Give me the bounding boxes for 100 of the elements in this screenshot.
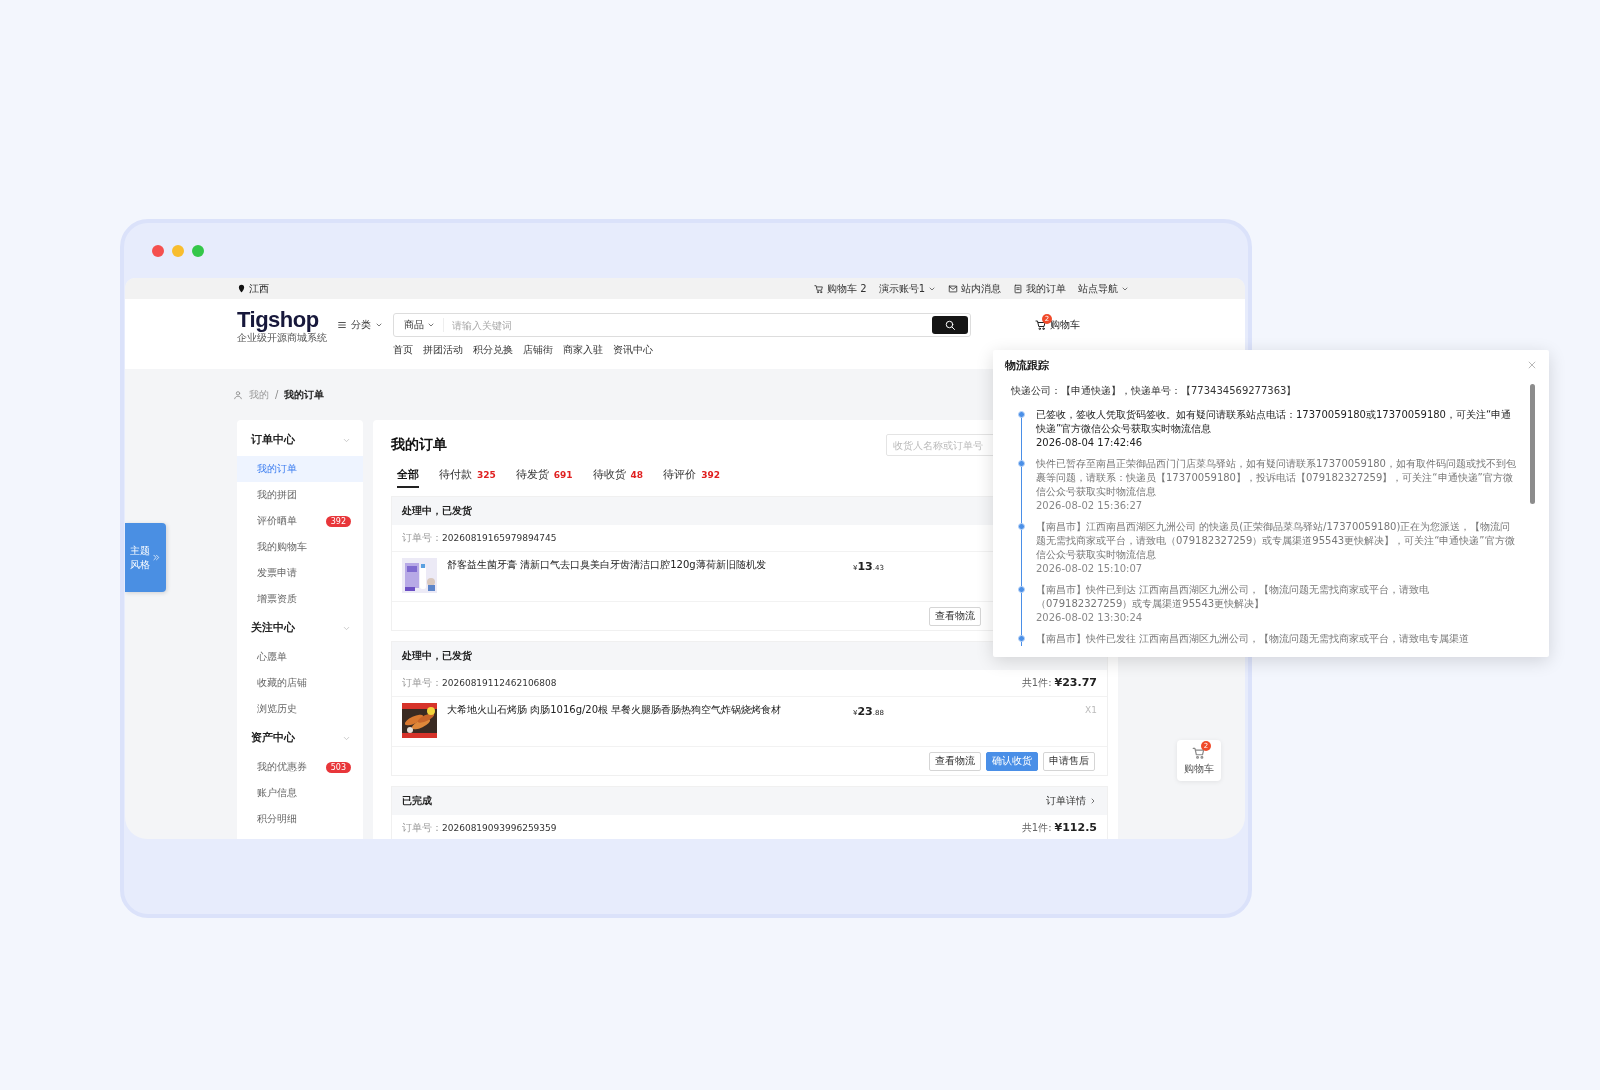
sidebar-item[interactable]: 收藏的店铺 <box>237 670 363 696</box>
order-status: 处理中，已发货 <box>402 504 472 518</box>
sidebar-group-title: 关注中心 <box>251 621 295 635</box>
tracking-event-text: 【南昌市】快件已到达 江西南昌西湖区九洲公司，【物流问题无需找商家或平台，请致电（079182327259）或专属渠道95543更快解决】 <box>1036 583 1431 611</box>
location-pin-icon <box>237 284 246 293</box>
cart-icon <box>1192 745 1206 760</box>
timeline-dot <box>1018 411 1025 418</box>
sidebar-group-header[interactable]: 关注中心 <box>237 612 363 644</box>
sidebar-item[interactable]: 我的购物车 <box>237 534 363 560</box>
window-button[interactable] <box>152 244 164 257</box>
order-total: ¥112.5 <box>1054 821 1097 834</box>
sidebar-item[interactable]: 我的拼团 <box>237 482 363 508</box>
sidebar-item[interactable]: 心愿单 <box>237 644 363 670</box>
order-tab[interactable]: 待评价 392 <box>663 468 720 488</box>
sidebar-item[interactable]: 账户信息 <box>237 780 363 806</box>
mail-icon <box>948 283 958 294</box>
order-number: 20260819165979894745 <box>442 533 557 543</box>
order-tab[interactable]: 全部 <box>397 468 419 488</box>
order-number-label: 订单号： <box>402 822 442 833</box>
sidebar-item[interactable]: 我的优惠券 503 <box>237 754 363 780</box>
tracking-event-time: 2026-08-02 13:30:24 <box>1036 611 1144 625</box>
count-badge: 392 <box>325 515 351 527</box>
close-button[interactable] <box>1527 360 1537 370</box>
nav-link[interactable]: 资讯中心 <box>613 343 653 357</box>
product-name[interactable]: 大希地火山石烤肠 肉肠1016g/20根 早餐火腿肠香肠热狗空气炸锅烧烤食材 <box>447 703 843 717</box>
courier-info: 快递公司：【申通快递】，快递单号：【773434569277363】 <box>1011 384 1298 398</box>
cart-icon <box>1035 319 1047 331</box>
product-quantity: X1 <box>1085 704 1097 717</box>
nav-link[interactable]: 店铺街 <box>523 343 553 357</box>
order-number: 20260819112462106808 <box>442 678 557 688</box>
action-button[interactable]: 查看物流 <box>929 751 981 771</box>
order-number-label: 订单号： <box>402 532 442 543</box>
top-link[interactable]: 站点导航 <box>1078 281 1129 296</box>
sidebar-group-header[interactable]: 资产中心 <box>237 722 363 754</box>
breadcrumb-link[interactable]: 我的订单 <box>284 387 325 402</box>
nav-link[interactable]: 首页 <box>393 343 413 357</box>
tracking-event-text: 已签收，签收人凭取货码签收。如有疑问请联系站点电话：17370059180或17370059180，可关注“申通快递”官方微信公众号获取实时物流信息 <box>1036 408 1513 436</box>
action-button[interactable]: 查看物流 <box>929 606 981 626</box>
product-name[interactable]: 舒客益生菌牙膏 清新口气去口臭美白牙齿清洁口腔120g薄荷新旧随机发 <box>447 558 843 572</box>
order-detail-link[interactable]: 订单详情 <box>1046 794 1097 808</box>
search-button[interactable] <box>932 316 968 334</box>
sidebar-group-title: 资产中心 <box>251 731 295 745</box>
sidebar-item[interactable]: 发票申请 <box>237 560 363 586</box>
sidebar-item[interactable]: 评价晒单 392 <box>237 508 363 534</box>
sidebar-group-title: 订单中心 <box>251 433 295 447</box>
nav-link[interactable]: 积分兑换 <box>473 343 513 357</box>
chevron-down-icon <box>427 321 435 329</box>
chevron-down-icon <box>375 321 383 329</box>
logo[interactable]: Tigshop <box>237 307 319 332</box>
tracking-event-time: 2026-08-02 15:36:27 <box>1036 499 1144 513</box>
top-link[interactable]: 购物车 2 <box>814 281 867 296</box>
sidebar-item[interactable]: 我的订单 <box>237 456 363 482</box>
sidebar-item[interactable]: 浏览历史 <box>237 696 363 722</box>
sidebar-group-header[interactable]: 订单中心 <box>237 424 363 456</box>
order-number-label: 订单号： <box>402 677 442 688</box>
order-number: 20260819093996259359 <box>442 823 557 833</box>
user-icon <box>233 389 243 400</box>
order-status: 已完成 <box>402 794 432 808</box>
tracking-event-text: 【南昌市】江西南昌西湖区九洲公司 的快递员(正荣御品菜鸟驿站/17370059180)正在为您派送，【物流问题无需找商家或平台，请致电（079182327259）或专属渠道95543更快解决】，可关注“申通快递”官方微信公众号获取实时物流信息 <box>1036 520 1516 562</box>
cart-icon <box>814 283 825 294</box>
document-icon <box>1013 283 1023 294</box>
top-link[interactable]: 我的订单 <box>1013 281 1066 296</box>
order-tab[interactable]: 待付款 325 <box>439 468 496 488</box>
breadcrumb-separator: / <box>275 389 279 400</box>
close-icon <box>1527 360 1537 370</box>
action-button[interactable]: 申请售后 <box>1043 751 1095 771</box>
top-link[interactable]: 演示账号1 <box>878 281 936 296</box>
timeline-dot <box>1018 460 1025 467</box>
sidebar-item[interactable]: 增票资质 <box>237 586 363 612</box>
search-icon <box>944 319 956 331</box>
logo-tagline: 企业级开源商城系统 <box>237 331 327 343</box>
chevron-right-icon <box>1089 797 1097 805</box>
tracking-event-text: 【南昌市】快件已发往 江西南昌西湖区九洲公司，【物流问题无需找商家或平台，请致电专属渠道 <box>1036 632 1471 646</box>
order-tab[interactable]: 待收货 48 <box>592 468 644 488</box>
top-link[interactable]: 站内消息 <box>948 281 1001 296</box>
timeline-dot <box>1018 635 1025 642</box>
page-title: 我的订单 <box>391 436 447 454</box>
timeline-dot <box>1018 586 1025 593</box>
sidebar-item[interactable]: 积分明细 <box>237 806 363 832</box>
menu-icon <box>337 320 347 330</box>
nav-link[interactable]: 拼团活动 <box>423 343 463 357</box>
dialog-title: 物流跟踪 <box>1005 357 1049 373</box>
order-total: ¥23.77 <box>1054 676 1097 689</box>
search-field[interactable]: 商品 请输入关键词 <box>393 313 971 337</box>
tracking-event-time: 2026-08-02 15:10:07 <box>1036 562 1144 576</box>
order-tab[interactable]: 待发货 691 <box>515 468 573 488</box>
order-total-label: 共1件: <box>1021 677 1052 688</box>
search-scope-select[interactable]: 商品 <box>396 318 444 332</box>
location-text[interactable]: 江西 <box>249 281 269 296</box>
tracking-event-text: 快件已暂存至南昌正荣御品西门门店菜鸟驿站，如有疑问请联系17370059180，如有取件码问题或找不到包裹等问题，请联系：快递员【17370059180】，投诉电话【079182327259】，可关注“申通快递”官方微信公众号获取实时物流信息 <box>1036 457 1516 499</box>
window-button[interactable] <box>172 244 184 257</box>
timeline-dot <box>1018 523 1025 530</box>
order-total-label: 共1件: <box>1021 822 1052 833</box>
scrollbar[interactable] <box>1530 384 1535 504</box>
count-badge: 503 <box>325 761 351 773</box>
category-menu[interactable]: 分类 <box>337 318 393 332</box>
order-status: 处理中，已发货 <box>402 649 472 663</box>
window-button[interactable] <box>192 244 204 257</box>
double-chevron-icon <box>152 553 161 562</box>
nav-link[interactable]: 商家入驻 <box>563 343 603 357</box>
